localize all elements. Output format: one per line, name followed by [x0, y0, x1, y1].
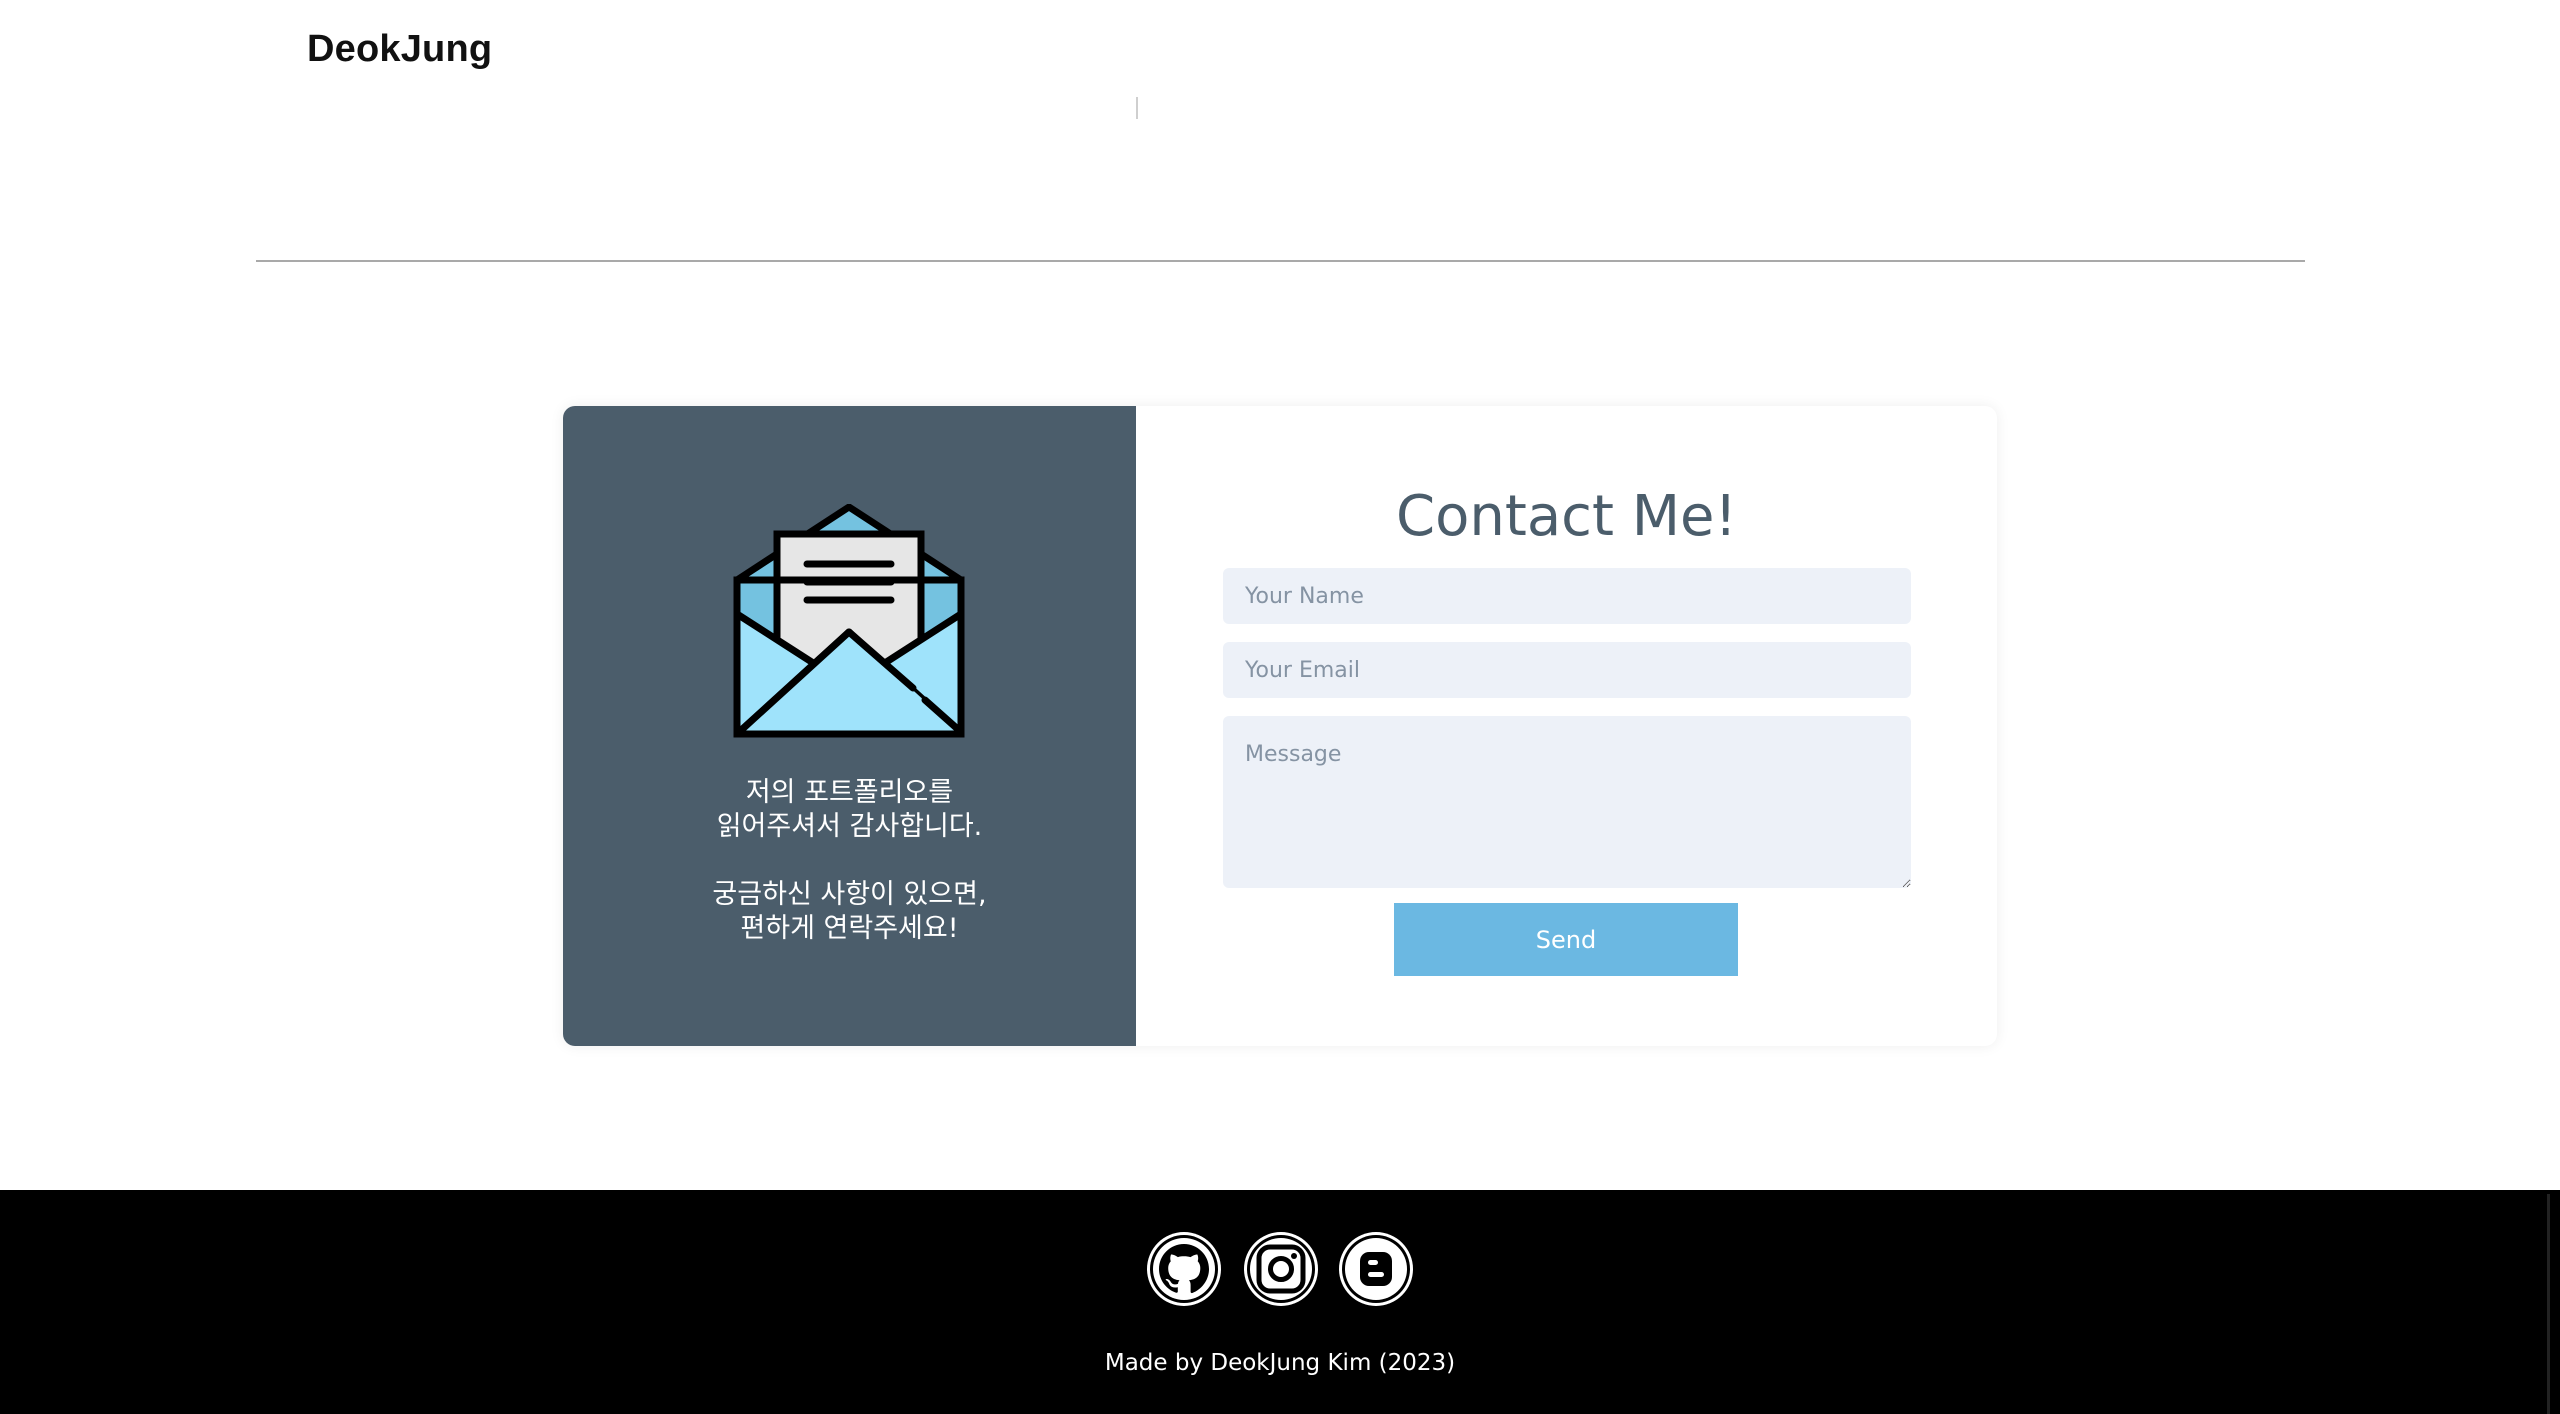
brand-logo[interactable]: DeokJung — [307, 28, 492, 71]
contact-form: Contact Me! Send — [1136, 406, 1997, 1046]
blogger-link[interactable] — [1337, 1230, 1415, 1308]
contact-line-2: 편하게 연락주세요! — [740, 913, 959, 944]
header-divider — [256, 260, 2305, 262]
email-input[interactable] — [1223, 642, 1911, 698]
name-input[interactable] — [1223, 568, 1911, 624]
contact-card: 저의 포트폴리오를 읽어주셔서 감사합니다. 궁금하신 사항이 있으면, 편하게… — [563, 406, 1997, 1046]
instagram-icon — [1244, 1232, 1318, 1306]
contact-line-1: 궁금하신 사항이 있으면, — [712, 879, 987, 910]
text-gap — [563, 844, 1136, 878]
footer: Made by DeokJung Kim (2023) — [0, 1190, 2560, 1414]
thanks-line-2: 읽어주셔서 감사합니다. — [716, 811, 983, 842]
contact-info-panel: 저의 포트폴리오를 읽어주셔서 감사합니다. 궁금하신 사항이 있으면, 편하게… — [563, 406, 1136, 1046]
scrollbar[interactable] — [2547, 1194, 2550, 1414]
contact-title: Contact Me! — [1396, 484, 1737, 549]
send-button[interactable]: Send — [1394, 903, 1738, 976]
instagram-link[interactable] — [1242, 1230, 1320, 1308]
github-icon — [1147, 1232, 1221, 1306]
thanks-message: 저의 포트폴리오를 읽어주셔서 감사합니다. 궁금하신 사항이 있으면, 편하게… — [563, 776, 1136, 946]
message-textarea[interactable] — [1223, 716, 1911, 888]
github-link[interactable] — [1145, 1230, 1223, 1308]
header-tick — [1136, 97, 1138, 119]
page: DeokJung 저의 포트폴리오를 읽어주셔서 감사합니다. 궁금하신 사항이… — [0, 0, 2560, 1414]
blogger-icon — [1339, 1232, 1413, 1306]
open-envelope-icon — [733, 504, 965, 738]
thanks-line-1: 저의 포트폴리오를 — [745, 777, 954, 808]
copyright-text: Made by DeokJung Kim (2023) — [1104, 1350, 1456, 1376]
